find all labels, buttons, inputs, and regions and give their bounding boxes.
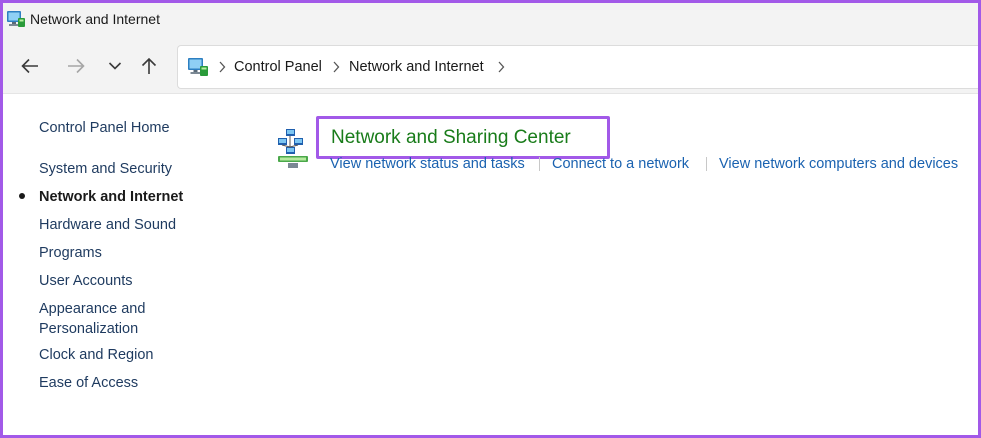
- sidebar-item-system-and-security[interactable]: System and Security: [39, 159, 172, 179]
- sidebar-item-appearance-and-personalization[interactable]: Appearance and Personalization: [39, 299, 169, 339]
- control-panel-icon: [6, 9, 26, 29]
- forward-button[interactable]: [62, 52, 90, 80]
- sidebar-item-programs[interactable]: Programs: [39, 243, 102, 263]
- sidebar-item-clock-and-region[interactable]: Clock and Region: [39, 345, 153, 365]
- sidebar-item-user-accounts[interactable]: User Accounts: [39, 271, 133, 291]
- up-button[interactable]: [135, 52, 163, 80]
- window-title: Network and Internet: [30, 11, 160, 27]
- title-bar: Network and Internet: [3, 3, 978, 38]
- back-button[interactable]: [16, 52, 44, 80]
- navigation-bar: Control Panel Network and Internet: [3, 38, 978, 94]
- chevron-right-icon[interactable]: [331, 60, 341, 74]
- arrow-right-icon: [67, 58, 85, 74]
- chevron-right-icon: [217, 60, 227, 74]
- task-link-connect-to-network[interactable]: Connect to a network: [552, 154, 689, 174]
- window: Network and Internet Control Panel Netwo…: [0, 0, 981, 438]
- control-panel-icon: [187, 56, 209, 78]
- network-sharing-icon: [276, 128, 314, 170]
- sidebar-item-network-and-internet: Network and Internet: [39, 189, 184, 205]
- arrow-left-icon: [21, 58, 39, 74]
- address-bar[interactable]: Control Panel Network and Internet: [177, 45, 978, 89]
- sidebar-item-control-panel-home[interactable]: Control Panel Home: [39, 118, 170, 138]
- task-link-view-network-status[interactable]: View network status and tasks: [330, 154, 525, 174]
- chevron-right-icon[interactable]: [496, 60, 506, 74]
- separator: [539, 157, 540, 171]
- chevron-down-icon: [108, 61, 122, 71]
- sidebar-item-ease-of-access[interactable]: Ease of Access: [39, 373, 138, 393]
- sidebar-item-hardware-and-sound[interactable]: Hardware and Sound: [39, 215, 176, 235]
- recent-locations-button[interactable]: [101, 52, 129, 80]
- separator: [706, 157, 707, 171]
- breadcrumb-network-and-internet[interactable]: Network and Internet: [349, 59, 484, 75]
- task-link-view-network-computers[interactable]: View network computers and devices: [719, 154, 958, 174]
- active-bullet-icon: [19, 193, 25, 199]
- arrow-up-icon: [141, 57, 157, 75]
- breadcrumb-control-panel[interactable]: Control Panel: [234, 59, 322, 75]
- category-title-link[interactable]: Network and Sharing Center: [331, 127, 571, 149]
